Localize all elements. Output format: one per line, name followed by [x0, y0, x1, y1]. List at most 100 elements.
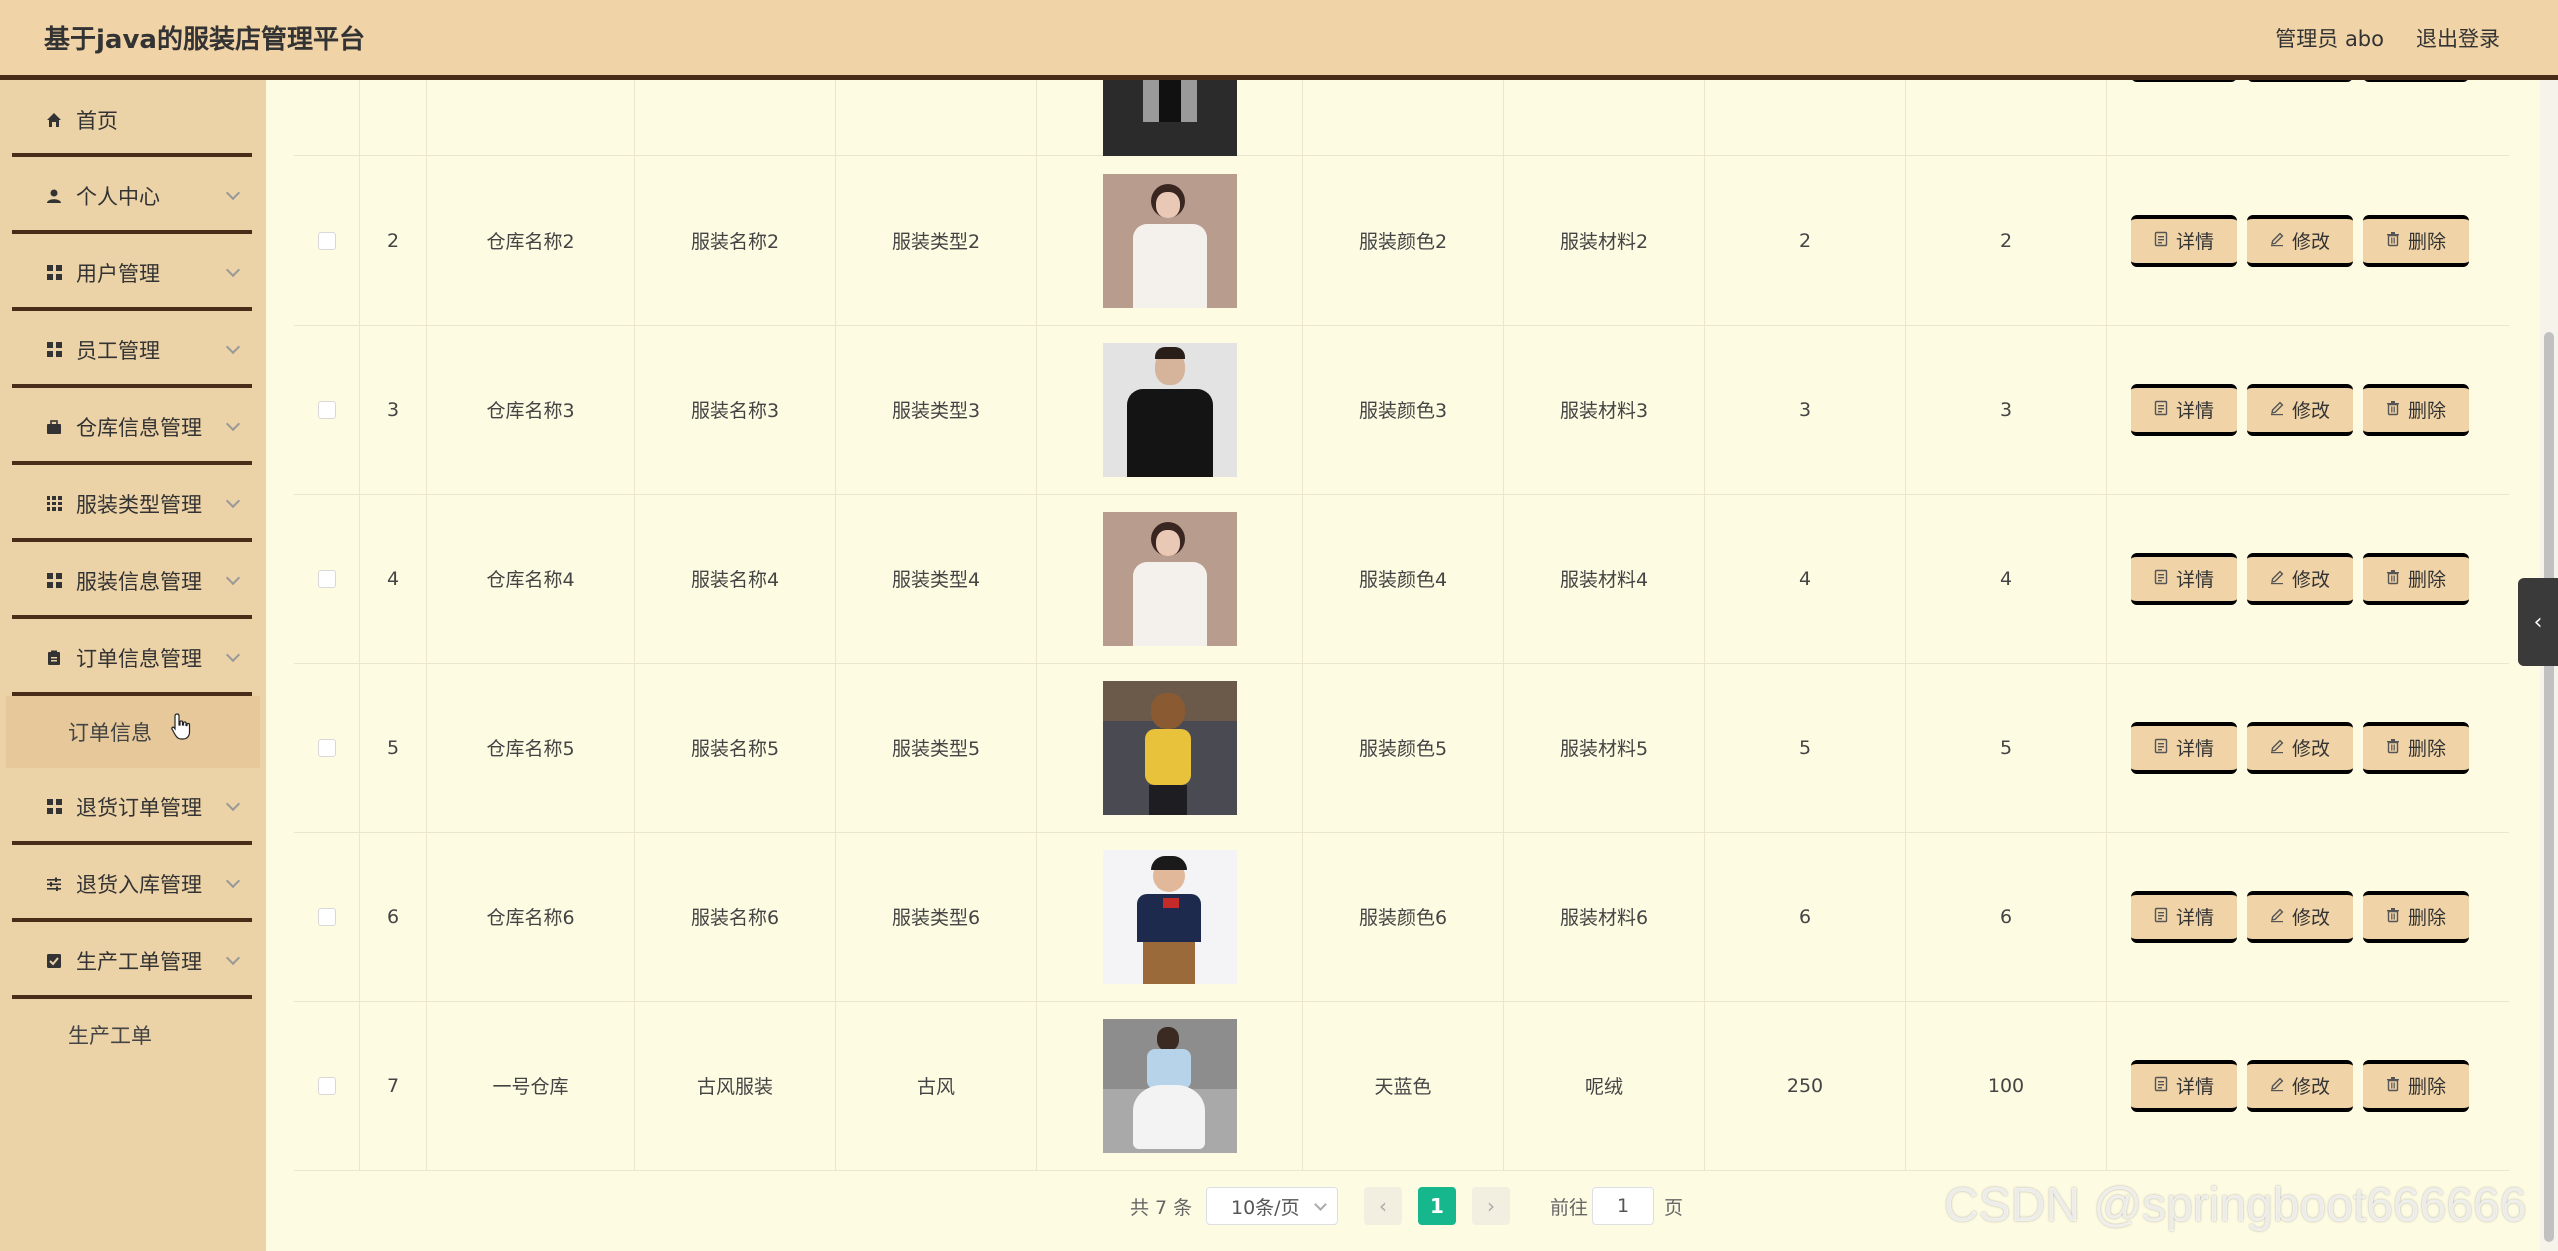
row-checkbox[interactable] — [317, 1076, 336, 1095]
clothing-type-cell: 服装类型3 — [836, 325, 1037, 494]
row-checkbox[interactable] — [317, 569, 336, 588]
chevron-down-icon — [225, 647, 241, 662]
row-index: 3 — [360, 325, 427, 494]
current-user: 管理员 abo — [2275, 26, 2384, 51]
delete-button[interactable]: 删除 — [2362, 552, 2469, 605]
color-cell: 服装颜色4 — [1303, 494, 1504, 663]
grid-icon — [46, 265, 62, 281]
edit-button[interactable] — [2246, 80, 2353, 82]
edit-button[interactable]: 修改 — [2246, 552, 2353, 605]
clothing-image — [1102, 511, 1237, 646]
color-cell: 服装颜色3 — [1303, 325, 1504, 494]
clothing-name-cell: 服装名称5 — [635, 663, 836, 832]
clothing-type-cell: 服装类型2 — [836, 156, 1037, 325]
page-size-value: 10条/页 — [1231, 1196, 1300, 1219]
sliders-icon — [46, 876, 62, 892]
document-icon — [2153, 400, 2169, 420]
clipboard-icon — [46, 650, 62, 666]
sidebar-subitem-production-order[interactable]: 生产工单 — [0, 999, 266, 1071]
sidebar-item-label: 仓库信息管理 — [76, 415, 202, 440]
clothing-name-cell: 服装名称2 — [635, 156, 836, 325]
sidebar-item-returns[interactable]: 退货订单管理 — [0, 768, 266, 845]
pencil-icon — [2269, 1076, 2285, 1096]
table-row: 3 仓库名称3 服装名称3 服装类型3 服装颜色3 服装材料3 3 3 详情 修改 删除 — [294, 325, 2509, 495]
watermark: CSDN @springboot666666 — [1944, 1179, 2527, 1232]
sidebar-item-users[interactable]: 用户管理 — [0, 234, 266, 311]
chevron-down-icon — [1314, 1198, 1327, 1211]
next-page-button[interactable]: › — [1472, 1187, 1510, 1225]
sidebar-item-home[interactable]: 首页 — [0, 82, 266, 157]
detail-button[interactable]: 详情 — [2130, 1059, 2237, 1112]
detail-button[interactable]: 详情 — [2130, 721, 2237, 774]
sidebar-item-clothing-type[interactable]: 服装类型管理 — [0, 465, 266, 542]
pencil-icon — [2269, 569, 2285, 589]
detail-button[interactable]: 详情 — [2130, 383, 2237, 436]
row-checkbox[interactable] — [317, 400, 336, 419]
edit-button[interactable]: 修改 — [2246, 721, 2353, 774]
sidebar-item-warehouse[interactable]: 仓库信息管理 — [0, 388, 266, 465]
scrollbar-thumb[interactable] — [2544, 332, 2554, 1242]
app-title: 基于java的服装店管理平台 — [44, 25, 365, 55]
sidebar-subitem-order-info[interactable]: 订单信息 — [6, 696, 260, 768]
material-cell: 服装材料5 — [1504, 663, 1705, 832]
clothing-type-cell: 服装类型6 — [836, 832, 1037, 1001]
delete-button[interactable] — [2362, 80, 2469, 82]
detail-button[interactable]: 详情 — [2130, 890, 2237, 943]
warehouse-cell: 仓库名称3 — [427, 325, 635, 494]
prev-page-button[interactable]: ‹ — [1364, 1187, 1402, 1225]
sidebar-item-production[interactable]: 生产工单管理 — [0, 922, 266, 999]
sidebar-item-clothing-info[interactable]: 服装信息管理 — [0, 542, 266, 619]
collapse-panel-button[interactable]: ‹ — [2518, 578, 2558, 666]
quantity-cell: 4 — [1705, 494, 1906, 663]
trash-icon — [2385, 738, 2401, 758]
sidebar-item-orders[interactable]: 订单信息管理 — [0, 619, 266, 696]
chevron-down-icon — [225, 262, 241, 277]
color-cell: 服装颜色2 — [1303, 156, 1504, 325]
edit-button[interactable]: 修改 — [2246, 383, 2353, 436]
top-header: 基于java的服装店管理平台 管理员 abo 退出登录 — [0, 0, 2558, 80]
table-row: 5 仓库名称5 服装名称5 服装类型5 服装颜色5 服装材料5 5 5 详情 修改 删除 — [294, 663, 2509, 833]
sidebar-item-profile[interactable]: 个人中心 — [0, 157, 266, 234]
chevron-left-icon: ‹ — [2533, 609, 2543, 635]
sidebar-item-staff[interactable]: 员工管理 — [0, 311, 266, 388]
sidebar-item-label: 生产工单 — [68, 1024, 152, 1048]
stock-cell: 3 — [1906, 325, 2107, 494]
row-checkbox[interactable] — [317, 907, 336, 926]
row-checkbox[interactable] — [317, 231, 336, 250]
sidebar-item-label: 服装类型管理 — [76, 492, 202, 517]
page-number-button[interactable]: 1 — [1418, 1187, 1456, 1225]
material-cell: 呢绒 — [1504, 1001, 1705, 1170]
clothing-image — [1102, 849, 1237, 984]
sidebar-item-return-stock[interactable]: 退货入库管理 — [0, 845, 266, 922]
delete-button[interactable]: 删除 — [2362, 383, 2469, 436]
user-icon — [46, 188, 62, 204]
logout-link[interactable]: 退出登录 — [2416, 23, 2500, 53]
delete-button[interactable]: 删除 — [2362, 214, 2469, 267]
detail-label: 详情 — [2175, 738, 2214, 760]
pencil-icon — [2269, 907, 2285, 927]
trash-icon — [2385, 400, 2401, 420]
sidebar: 首页 个人中心 用户管理 员工管理 仓库信息管理 服装类型管理 服装信息管理 订… — [0, 80, 266, 1251]
quantity-cell: 3 — [1705, 325, 1906, 494]
detail-button[interactable] — [2130, 80, 2237, 82]
delete-button[interactable]: 删除 — [2362, 1059, 2469, 1112]
page-size-select[interactable]: 10条/页 — [1206, 1187, 1338, 1225]
detail-button[interactable]: 详情 — [2130, 552, 2237, 605]
row-index: 4 — [360, 494, 427, 663]
edit-button[interactable]: 修改 — [2246, 1059, 2353, 1112]
delete-button[interactable]: 删除 — [2362, 890, 2469, 943]
goto-page-input[interactable]: 1 — [1592, 1187, 1654, 1225]
briefcase-icon — [46, 419, 62, 435]
row-index: 7 — [360, 1001, 427, 1170]
clothing-type-cell: 服装类型4 — [836, 494, 1037, 663]
delete-button[interactable]: 删除 — [2362, 721, 2469, 774]
row-checkbox[interactable] — [317, 738, 336, 757]
clothing-name-cell: 服装名称6 — [635, 832, 836, 1001]
edit-button[interactable]: 修改 — [2246, 214, 2353, 267]
detail-button[interactable]: 详情 — [2130, 214, 2237, 267]
quantity-cell: 6 — [1705, 832, 1906, 1001]
warehouse-cell: 一号仓库 — [427, 1001, 635, 1170]
edit-button[interactable]: 修改 — [2246, 890, 2353, 943]
edit-label: 修改 — [2291, 569, 2330, 591]
pencil-icon — [2269, 738, 2285, 758]
